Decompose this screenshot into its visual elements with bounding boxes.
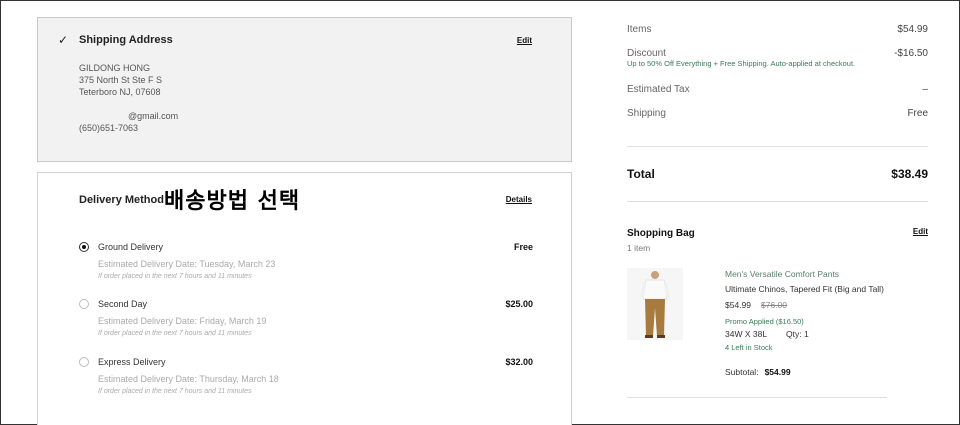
option-price: $32.00 xyxy=(505,357,533,367)
items-value: $54.99 xyxy=(897,24,928,35)
product-image[interactable] xyxy=(627,268,683,340)
product-subtotal: Subtotal: $54.99 xyxy=(725,367,791,377)
product-size: 34W X 38L xyxy=(725,329,768,339)
subtotal-value: $54.99 xyxy=(764,367,791,377)
option-price: Free xyxy=(513,242,533,252)
product-price-row: $54.99 $76.00 xyxy=(725,300,787,310)
tax-label: Estimated Tax xyxy=(627,84,690,95)
option-date: Estimated Delivery Date: Thursday, March… xyxy=(98,374,279,384)
option-price: $25.00 xyxy=(505,299,533,309)
radio-unselected-icon[interactable] xyxy=(79,299,89,309)
bag-item-count: 1 item xyxy=(627,243,651,253)
option-date: Estimated Delivery Date: Friday, March 1… xyxy=(98,316,267,326)
shipping-edit-link[interactable]: Edit xyxy=(517,36,532,45)
shipping-city: Teterboro NJ, 07608 xyxy=(79,87,161,97)
summary-discount-row: Discount -$16.50 xyxy=(627,48,928,59)
product-promo: Promo Applied ($16.50) xyxy=(725,317,804,326)
summary-total-row: Total $38.49 xyxy=(627,167,928,181)
shipping-label: Shipping xyxy=(627,108,666,119)
pants-model-icon xyxy=(627,268,683,340)
product-price: $54.99 xyxy=(725,300,751,310)
product-qty: Qty: 1 xyxy=(786,329,809,339)
bag-edit-link[interactable]: Edit xyxy=(913,227,928,236)
delivery-details-link[interactable]: Details xyxy=(506,195,532,204)
shipping-street: 375 North St Ste F S xyxy=(79,75,163,85)
divider xyxy=(627,146,928,147)
product-stock: 4 Left in Stock xyxy=(725,343,773,352)
summary-tax-row: Estimated Tax – xyxy=(627,84,928,95)
option-note: If order placed in the next 7 hours and … xyxy=(98,388,252,395)
shopping-bag-title: Shopping Bag xyxy=(627,228,695,239)
delivery-method-panel: Delivery Method 배송방법 선택 Details Ground D… xyxy=(37,172,572,425)
shipping-value: Free xyxy=(907,108,928,119)
discount-note: Up to 50% Off Everything + Free Shipping… xyxy=(627,59,856,68)
total-value: $38.49 xyxy=(891,167,928,181)
shipping-phone: (650)651-7063 xyxy=(79,123,139,133)
radio-selected-icon[interactable] xyxy=(79,242,89,252)
option-note: If order placed in the next 7 hours and … xyxy=(98,273,252,280)
shipping-address-title: Shipping Address xyxy=(79,34,173,46)
total-label: Total xyxy=(627,167,655,181)
shipping-address-panel: ✓ Shipping Address Edit GILDONG HONG 375… xyxy=(37,17,572,162)
shipping-email: @gmail.com xyxy=(128,111,179,121)
checkmark-icon: ✓ xyxy=(58,33,69,47)
product-brand[interactable]: Men's Versatile Comfort Pants xyxy=(725,269,839,279)
option-name: Second Day xyxy=(98,299,148,309)
summary-shipping-row: Shipping Free xyxy=(627,108,928,119)
option-name: Ground Delivery xyxy=(98,242,164,252)
radio-unselected-icon[interactable] xyxy=(79,357,89,367)
items-label: Items xyxy=(627,24,652,35)
product-original-price: $76.00 xyxy=(761,300,787,310)
option-note: If order placed in the next 7 hours and … xyxy=(98,330,252,337)
shipping-name: GILDONG HONG xyxy=(79,63,151,73)
divider xyxy=(627,201,928,202)
option-name: Express Delivery xyxy=(98,357,166,367)
option-date: Estimated Delivery Date: Tuesday, March … xyxy=(98,259,276,269)
product-name[interactable]: Ultimate Chinos, Tapered Fit (Big and Ta… xyxy=(725,284,884,294)
summary-items-row: Items $54.99 xyxy=(627,24,928,35)
tax-value: – xyxy=(922,84,928,95)
divider xyxy=(627,397,887,398)
discount-value: -$16.50 xyxy=(894,48,928,59)
subtotal-label: Subtotal: xyxy=(725,367,759,377)
delivery-annotation: 배송방법 선택 xyxy=(164,189,301,214)
delivery-method-title: Delivery Method xyxy=(79,194,164,206)
discount-label: Discount xyxy=(627,48,666,59)
